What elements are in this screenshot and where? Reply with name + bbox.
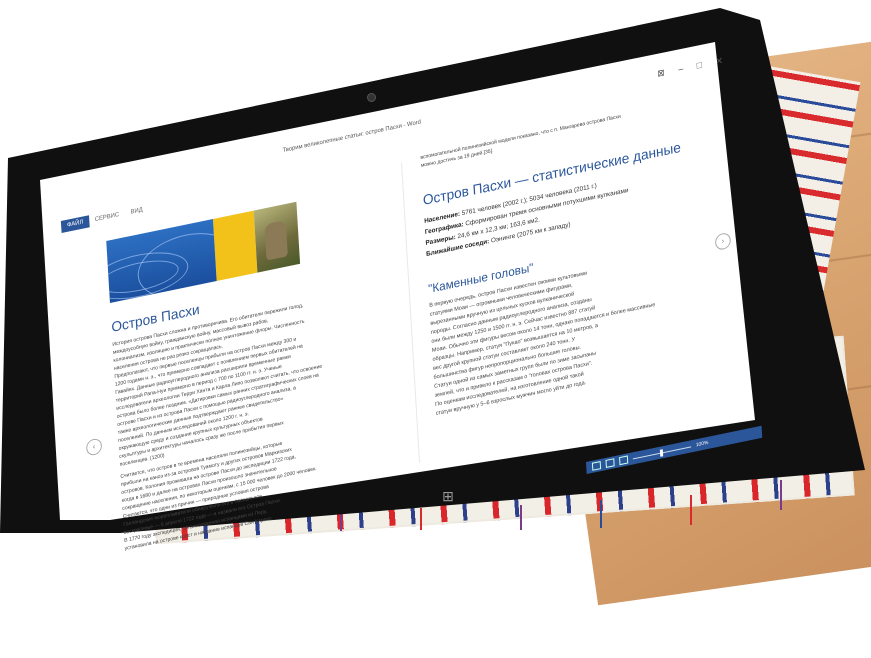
read-mode-icon[interactable] <box>591 461 602 471</box>
chevron-left-icon[interactable]: ‹ <box>85 437 103 457</box>
tab-view[interactable]: ВИД <box>125 203 149 220</box>
moai-image <box>253 201 301 273</box>
tab-file[interactable]: ФАЙЛ <box>60 215 90 233</box>
chevron-right-icon[interactable]: › <box>714 231 732 251</box>
print-layout-icon[interactable] <box>605 458 615 468</box>
zoom-slider[interactable] <box>632 445 692 459</box>
minimize-icon[interactable]: – <box>678 63 684 75</box>
tab-tools[interactable]: СЕРВИС <box>89 208 126 227</box>
options-icon[interactable]: ⊠ <box>657 67 665 80</box>
maximize-icon[interactable]: □ <box>696 60 702 72</box>
status-bar: 100% <box>585 425 763 474</box>
ocean-image <box>106 219 217 303</box>
camera-lens <box>367 93 376 102</box>
web-layout-icon[interactable] <box>619 455 629 466</box>
heads-body: В первую очередь, остров Пасхи известен … <box>429 242 727 419</box>
yellow-tile <box>212 210 258 281</box>
zoom-level: 100% <box>695 439 709 449</box>
close-icon[interactable]: ✕ <box>715 55 723 68</box>
